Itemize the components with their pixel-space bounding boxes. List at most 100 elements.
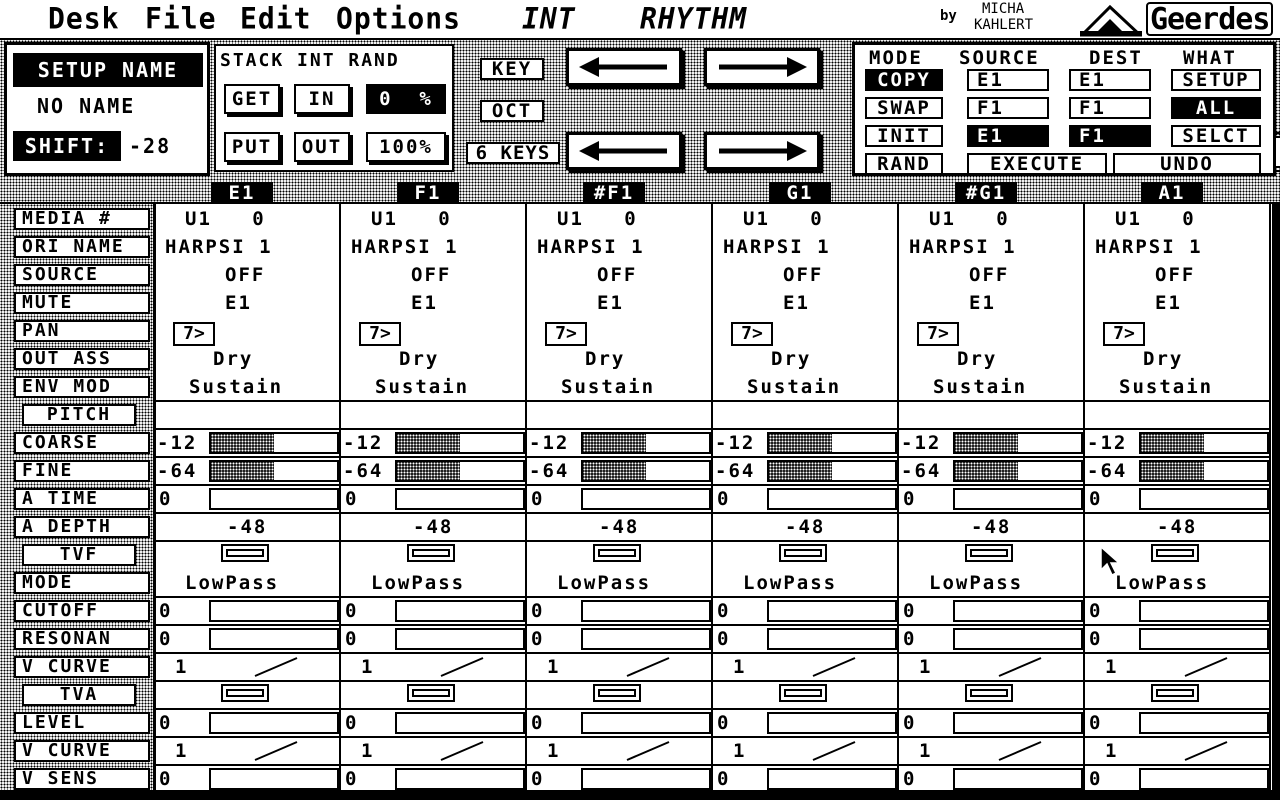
coarse-slider[interactable]	[953, 432, 1083, 454]
source-field-2[interactable]: F1	[967, 97, 1049, 119]
filter-mode[interactable]: LowPass	[341, 572, 525, 594]
env-mode[interactable]: Sustain	[527, 376, 711, 398]
column-header-key[interactable]: A1	[1141, 182, 1203, 204]
menu-desk[interactable]: Desk	[48, 0, 119, 39]
env-mode[interactable]: Sustain	[713, 376, 897, 398]
v-curve-value[interactable]: 1	[713, 656, 897, 678]
ori-name[interactable]: HARPSI 1	[713, 236, 897, 258]
cutoff-slider[interactable]	[1139, 600, 1269, 622]
undo-button[interactable]: UNDO	[1113, 153, 1261, 175]
media-number[interactable]: U1 0	[155, 208, 339, 230]
fine-slider[interactable]	[767, 460, 897, 482]
ori-name[interactable]: HARPSI 1	[1085, 236, 1269, 258]
copy-mode-button[interactable]: COPY	[865, 69, 943, 91]
out-assign[interactable]: Dry	[527, 348, 711, 370]
a-time-slider[interactable]	[209, 488, 339, 510]
a-depth[interactable]: -48	[899, 516, 1083, 538]
v-curve-value[interactable]: 1	[1085, 656, 1269, 678]
out-assign[interactable]: Dry	[341, 348, 525, 370]
dest-field-3[interactable]: F1	[1069, 125, 1151, 147]
v-sens-slider[interactable]	[1139, 768, 1269, 790]
what-setup-button[interactable]: SETUP	[1171, 69, 1261, 91]
ori-name[interactable]: HARPSI 1	[341, 236, 525, 258]
mute-value[interactable]: E1	[155, 292, 339, 314]
rand-mode-button[interactable]: RAND	[865, 153, 943, 175]
media-number[interactable]: U1 0	[527, 208, 711, 230]
tvf-toggle-icon[interactable]	[407, 544, 455, 562]
out-button[interactable]: OUT	[294, 132, 350, 162]
source-field-3[interactable]: E1	[967, 125, 1049, 147]
a-time-slider[interactable]	[581, 488, 711, 510]
pan-box[interactable]: 7>	[173, 322, 215, 346]
resonance-slider[interactable]	[581, 628, 711, 650]
six-keys-left-button[interactable]	[566, 132, 682, 170]
v-curve-value[interactable]: 1	[899, 656, 1083, 678]
level-slider[interactable]	[1139, 712, 1269, 734]
a-depth[interactable]: -48	[155, 516, 339, 538]
v-sens-slider[interactable]	[953, 768, 1083, 790]
a-time-slider[interactable]	[395, 488, 525, 510]
v-curve-2-value[interactable]: 1	[155, 740, 339, 762]
tvf-toggle-icon[interactable]	[779, 544, 827, 562]
tva-toggle-icon[interactable]	[221, 684, 269, 702]
resonance-slider[interactable]	[209, 628, 339, 650]
coarse-slider[interactable]	[767, 432, 897, 454]
source-value[interactable]: OFF	[899, 264, 1083, 286]
tvf-toggle-icon[interactable]	[965, 544, 1013, 562]
source-value[interactable]: OFF	[341, 264, 525, 286]
coarse-slider[interactable]	[1139, 432, 1269, 454]
source-field-1[interactable]: E1	[967, 69, 1049, 91]
cutoff-slider[interactable]	[581, 600, 711, 622]
section-tva[interactable]: TVA	[22, 684, 136, 706]
v-sens-slider[interactable]	[395, 768, 525, 790]
a-time-slider[interactable]	[953, 488, 1083, 510]
v-curve-value[interactable]: 1	[155, 656, 339, 678]
media-number[interactable]: U1 0	[899, 208, 1083, 230]
in-button[interactable]: IN	[294, 84, 350, 114]
level-slider[interactable]	[209, 712, 339, 734]
what-all-button[interactable]: ALL	[1171, 97, 1261, 119]
a-depth[interactable]: -48	[341, 516, 525, 538]
fine-slider[interactable]	[1139, 460, 1269, 482]
tva-toggle-icon[interactable]	[593, 684, 641, 702]
mute-value[interactable]: E1	[341, 292, 525, 314]
what-selct-button[interactable]: SELCT	[1171, 125, 1261, 147]
pan-box[interactable]: 7>	[731, 322, 773, 346]
pan-box[interactable]: 7>	[359, 322, 401, 346]
key-left-button[interactable]	[566, 48, 682, 86]
out-assign[interactable]: Dry	[1085, 348, 1269, 370]
env-mode[interactable]: Sustain	[1085, 376, 1269, 398]
section-tvf[interactable]: TVF	[22, 544, 136, 566]
level-slider[interactable]	[581, 712, 711, 734]
ori-name[interactable]: HARPSI 1	[155, 236, 339, 258]
cutoff-slider[interactable]	[953, 600, 1083, 622]
source-value[interactable]: OFF	[527, 264, 711, 286]
a-depth[interactable]: -48	[713, 516, 897, 538]
cutoff-slider[interactable]	[767, 600, 897, 622]
level-slider[interactable]	[767, 712, 897, 734]
cutoff-slider[interactable]	[395, 600, 525, 622]
ori-name[interactable]: HARPSI 1	[899, 236, 1083, 258]
out-assign[interactable]: Dry	[155, 348, 339, 370]
a-depth[interactable]: -48	[1085, 516, 1269, 538]
swap-mode-button[interactable]: SWAP	[865, 97, 943, 119]
ori-name[interactable]: HARPSI 1	[527, 236, 711, 258]
v-curve-value[interactable]: 1	[527, 656, 711, 678]
v-curve-value[interactable]: 1	[341, 656, 525, 678]
filter-mode[interactable]: LowPass	[155, 572, 339, 594]
execute-button[interactable]: EXECUTE	[967, 153, 1107, 175]
a-depth[interactable]: -48	[527, 516, 711, 538]
fine-slider[interactable]	[581, 460, 711, 482]
resonance-slider[interactable]	[953, 628, 1083, 650]
media-number[interactable]: U1 0	[1085, 208, 1269, 230]
v-curve-2-value[interactable]: 1	[527, 740, 711, 762]
v-sens-slider[interactable]	[767, 768, 897, 790]
column-header-key[interactable]: E1	[211, 182, 273, 204]
tvf-toggle-icon[interactable]	[1151, 544, 1199, 562]
tva-toggle-icon[interactable]	[1151, 684, 1199, 702]
source-value[interactable]: OFF	[713, 264, 897, 286]
level-slider[interactable]	[953, 712, 1083, 734]
v-curve-2-value[interactable]: 1	[1085, 740, 1269, 762]
init-mode-button[interactable]: INIT	[865, 125, 943, 147]
mute-value[interactable]: E1	[1085, 292, 1269, 314]
